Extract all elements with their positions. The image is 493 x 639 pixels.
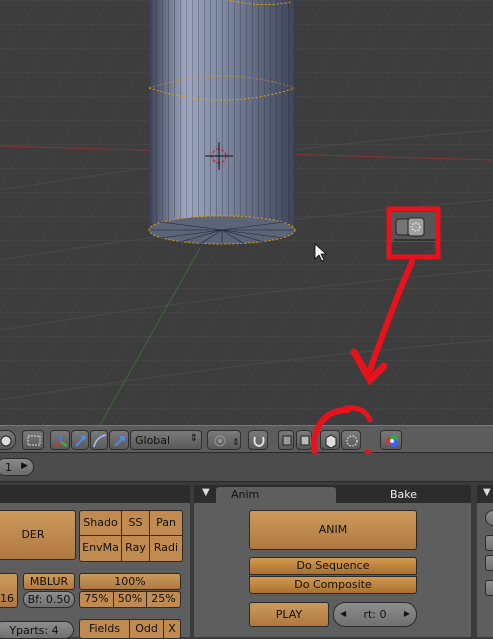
do-sequence-label: Do Sequence (296, 559, 370, 572)
yparts-field[interactable]: Yparts: 4 (0, 621, 74, 639)
proportional-edit-select[interactable]: ⇕ (207, 430, 241, 450)
rotation-manipulator-icon (75, 435, 86, 447)
scale-manipulator-icon (93, 434, 107, 448)
anim-button[interactable]: ANIM (249, 510, 417, 550)
viewport-header-toolbar: Global ⇕ ⇕ (0, 425, 493, 453)
do-composite-label: Do Composite (294, 578, 372, 591)
shading-menu-button[interactable] (0, 430, 16, 450)
yparts-field-value: Yparts: 4 (9, 624, 59, 637)
tab-anim[interactable]: Anim (216, 487, 336, 503)
transform-orientation-value: Global (135, 434, 171, 447)
snap-icon (253, 436, 265, 448)
toggle-raytrace[interactable]: Ray (122, 536, 150, 561)
size-percent-100-button[interactable]: 100% (79, 573, 181, 590)
render-button-label: DER (21, 528, 45, 541)
layer-icon (282, 435, 292, 446)
output-panel: ▼ (477, 485, 493, 637)
translate-manipulator-icon (54, 435, 68, 447)
toggle-panorama[interactable]: Pan (150, 511, 182, 536)
occlude-geometry-button[interactable] (22, 430, 44, 450)
current-frame-value: 1 (5, 461, 12, 474)
odd-toggle[interactable]: Odd (130, 620, 164, 638)
output-field-4[interactable] (485, 580, 493, 596)
svg-text:⇕: ⇕ (232, 438, 240, 448)
manipulator-translate-button[interactable] (50, 430, 70, 450)
size-percent-options: 75% 50% 25% (79, 591, 181, 608)
render-panel-header (0, 485, 190, 503)
chevron-left-icon: ◀ (340, 609, 347, 618)
chevron-right-icon: ▶ (21, 461, 28, 471)
snap-toggle-button[interactable] (248, 430, 268, 450)
anim-button-label: ANIM (318, 523, 348, 536)
bf-field[interactable]: Bf: 0.50 (23, 591, 75, 608)
cylinder-mesh[interactable] (148, 0, 296, 245)
render-button[interactable]: DER (0, 510, 76, 560)
panel-collapse-icon[interactable]: ▼ (202, 487, 210, 498)
size-percent-50[interactable]: 50% (114, 592, 147, 607)
size-percent-100-label: 100% (114, 575, 146, 588)
3d-viewport[interactable] (0, 0, 493, 425)
transform-orientation-select[interactable]: Global ⇕ (130, 430, 202, 450)
x-toggle[interactable]: X (164, 620, 180, 638)
manipulator-scale-button[interactable] (90, 430, 108, 450)
do-composite-toggle[interactable]: Do Composite (249, 576, 417, 594)
bf-field-value: Bf: 0.50 (27, 593, 71, 606)
toggle-shadows[interactable]: Shado (80, 511, 122, 536)
output-field-3[interactable] (485, 555, 493, 571)
play-button-label: PLAY (275, 608, 303, 621)
play-button[interactable]: PLAY (249, 602, 329, 627)
tab-bake[interactable]: Bake (336, 487, 471, 503)
chevron-right-icon: ▶ (403, 609, 410, 618)
manipulator-mode-button[interactable] (109, 430, 129, 450)
frame-bar: 1 ▶ (0, 453, 493, 482)
render-toggles: Shado SS Pan EnvMa Ray Radi (79, 510, 183, 562)
toggle-radiosity[interactable]: Radi (150, 536, 182, 561)
toggle-envmap[interactable]: EnvMa (80, 536, 122, 561)
osa-level-value: 16 (0, 592, 14, 605)
fields-toggle[interactable]: Fields (80, 620, 130, 638)
mblur-label: MBLUR (29, 575, 69, 588)
select-mode-vertex-button[interactable] (278, 430, 294, 450)
field-options: Fields Odd X (79, 619, 181, 639)
do-sequence-toggle[interactable]: Do Sequence (249, 557, 417, 575)
anim-panel: ▼ Anim Bake ANIM Do Sequence Do Composit… (194, 485, 471, 637)
rt-field[interactable]: ◀ rt: 0 ▶ (333, 602, 417, 627)
size-percent-25[interactable]: 25% (147, 592, 180, 607)
proportional-edit-icon: ⇕ (214, 435, 240, 448)
mblur-button[interactable]: MBLUR (23, 573, 75, 590)
render-panel: DER Shado SS Pan EnvMa Ray Radi 16 MBLUR… (0, 485, 190, 639)
output-field-1[interactable] (485, 510, 493, 526)
manipulator-rotate-button[interactable] (71, 430, 89, 450)
output-field-2[interactable] (485, 535, 493, 551)
current-frame-field[interactable]: 1 ▶ (0, 458, 34, 476)
size-percent-75[interactable]: 75% (80, 592, 114, 607)
updown-arrows-icon: ⇕ (189, 433, 198, 444)
toggle-sss[interactable]: SS (122, 511, 150, 536)
panel-collapse-icon[interactable]: ▼ (483, 487, 491, 498)
orientation-arrows-icon (114, 436, 125, 447)
